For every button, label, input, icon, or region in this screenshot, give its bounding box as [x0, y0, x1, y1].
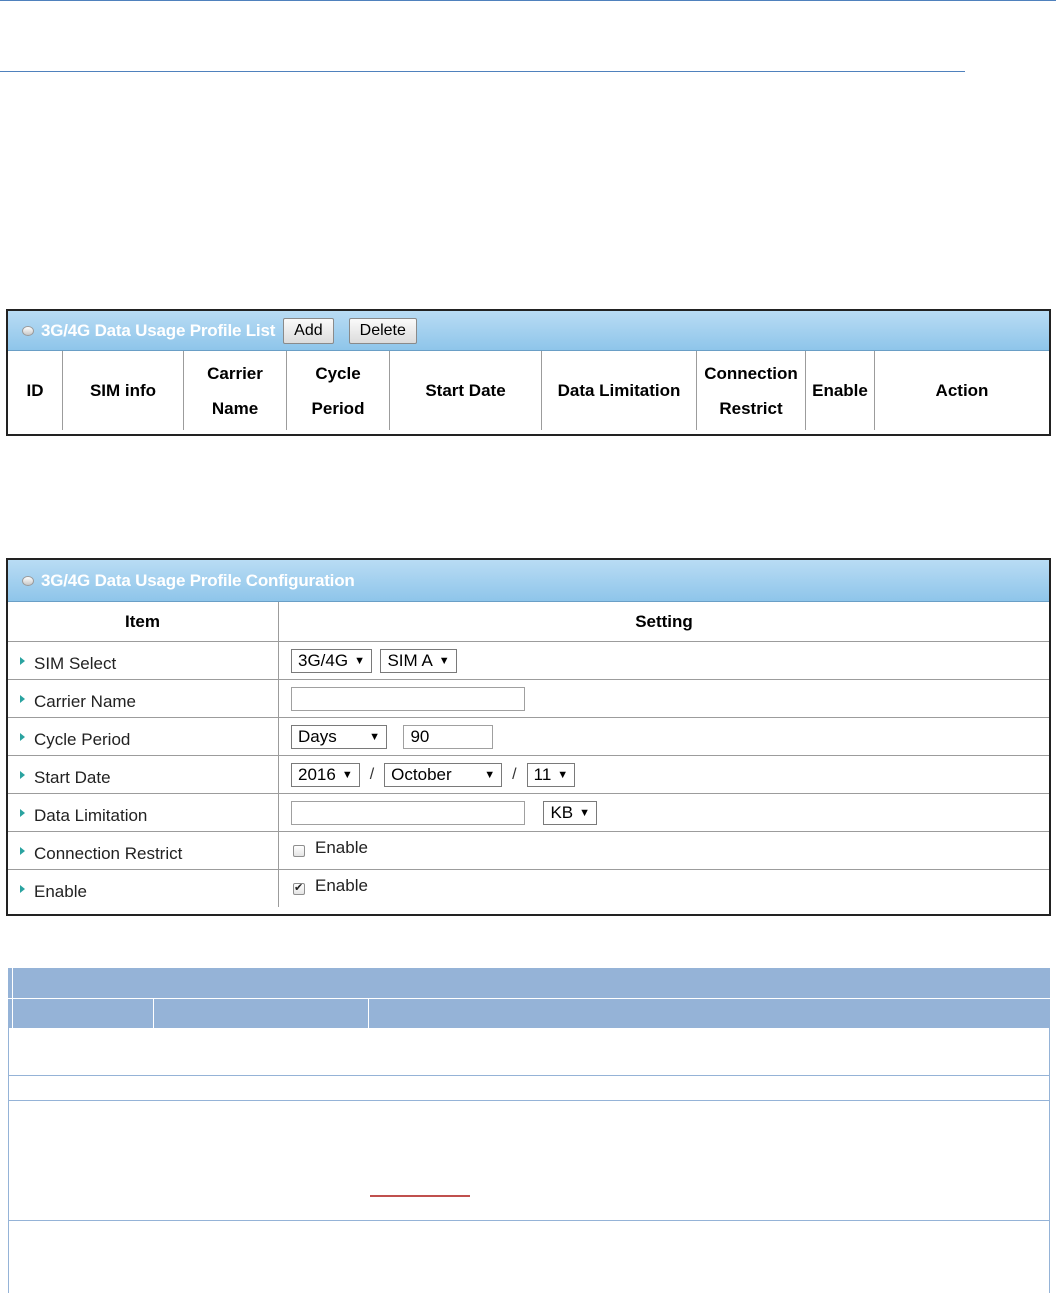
carrier-name-input[interactable]: [291, 686, 525, 711]
carrier-name-setting: [278, 679, 1049, 718]
config-header-row: Item Setting: [8, 602, 1049, 642]
config-row-sim-select: SIM Select 3G/4G ▼ SIM A ▼: [8, 641, 1049, 680]
col-carrier-name: Carrier Name: [183, 351, 287, 430]
col-enable: Enable: [805, 351, 875, 430]
data-limitation-item: Data Limitation: [8, 793, 279, 832]
config-header-setting: Setting: [278, 602, 1049, 642]
page-top-rule: [0, 0, 1056, 1]
description-row: [8, 1076, 1050, 1100]
row-bullet-icon: [20, 732, 25, 741]
config-row-connection-restrict: Connection Restrict Enable: [8, 831, 1049, 870]
profile-config-panel: 3G/4G Data Usage Profile Configuration I…: [6, 558, 1051, 916]
col-sim-info: SIM info: [62, 351, 184, 430]
profile-list-header-row: ID SIM info Carrier Name Cycle Period Star…: [8, 351, 1049, 430]
header-col-divider: [153, 998, 154, 1028]
config-header-item: Item: [8, 602, 279, 642]
panel-bullet-icon: [22, 325, 34, 336]
config-row-data-limitation: Data Limitation KB ▼: [8, 793, 1049, 832]
description-row: [8, 1221, 1050, 1293]
sim-select[interactable]: SIM A ▼: [380, 648, 457, 673]
heading-underline: [0, 71, 965, 72]
col-id: ID: [8, 351, 63, 430]
start-date-setting: 2016 ▼ / October ▼ / 11 ▼: [278, 755, 1049, 794]
profile-list-title: 3G/4G Data Usage Profile List: [41, 320, 276, 340]
dropdown-arrow-icon: ▼: [354, 654, 365, 667]
config-row-start-date: Start Date 2016 ▼ / October ▼ / 11 ▼: [8, 755, 1049, 794]
connection-restrict-label: Connection Restrict: [34, 843, 183, 863]
header-col-divider: [368, 998, 369, 1028]
connection-restrict-setting: Enable: [278, 831, 1049, 870]
profile-config-table: Item Setting SIM Select 3G/4G ▼ SIM A ▼ Ca…: [8, 602, 1049, 907]
profile-list-panel: 3G/4G Data Usage Profile List Add Delete…: [6, 309, 1051, 436]
date-separator: /: [369, 765, 375, 783]
sim-select-setting: 3G/4G ▼ SIM A ▼: [278, 641, 1049, 680]
profile-list-table: ID SIM info Carrier Name Cycle Period Star…: [8, 351, 1049, 430]
year-select[interactable]: 2016 ▼: [291, 762, 360, 787]
profile-config-title: 3G/4G Data Usage Profile Configuration: [41, 570, 355, 590]
start-date-item: Start Date: [8, 755, 279, 794]
row-bullet-icon: [20, 656, 25, 665]
dropdown-arrow-icon: ▼: [369, 730, 380, 743]
month-select[interactable]: October ▼: [384, 762, 503, 787]
delete-button[interactable]: Delete: [348, 317, 417, 344]
dropdown-arrow-icon: ▼: [438, 654, 450, 667]
config-row-cycle-period: Cycle Period Days ▼ 90: [8, 717, 1049, 756]
cycle-unit-select[interactable]: Days ▼: [291, 724, 387, 749]
connection-restrict-checkbox[interactable]: [293, 844, 305, 857]
cycle-period-input[interactable]: 90: [403, 724, 494, 749]
description-row: [8, 1028, 1050, 1075]
cycle-period-setting: Days ▼ 90: [278, 717, 1049, 756]
data-limitation-input[interactable]: [291, 800, 525, 825]
description-row: [8, 1101, 1050, 1220]
config-row-carrier-name: Carrier Name: [8, 679, 1049, 718]
enable-checkbox[interactable]: [293, 881, 305, 895]
profile-config-header: 3G/4G Data Usage Profile Configuration: [8, 560, 1049, 602]
dropdown-arrow-icon: ▼: [557, 768, 569, 781]
dropdown-arrow-icon: ▼: [484, 768, 496, 781]
enable-setting: Enable: [278, 869, 1049, 907]
day-select[interactable]: 11 ▼: [526, 762, 576, 787]
dropdown-arrow-icon: ▼: [341, 768, 353, 781]
dropdown-arrow-icon: ▼: [579, 806, 591, 819]
start-date-label: Start Date: [34, 767, 111, 787]
sim-select-item: SIM Select: [8, 641, 279, 680]
cycle-period-item: Cycle Period: [8, 717, 279, 756]
data-unit-select[interactable]: KB ▼: [543, 800, 598, 825]
carrier-name-label: Carrier Name: [34, 691, 137, 711]
data-limitation-label: Data Limitation: [34, 805, 148, 825]
add-button[interactable]: Add: [283, 317, 334, 344]
row-bullet-icon: [20, 770, 25, 779]
carrier-name-item: Carrier Name: [8, 679, 279, 718]
data-limitation-setting: KB ▼: [278, 793, 1049, 832]
interface-select[interactable]: 3G/4G ▼: [291, 648, 372, 673]
enable-label: Enable: [34, 881, 87, 901]
col-action: Action: [874, 351, 1049, 430]
row-bullet-icon: [20, 808, 25, 817]
config-row-enable: Enable Enable: [8, 869, 1049, 907]
connection-restrict-item: Connection Restrict: [8, 831, 279, 870]
row-bullet-icon: [20, 884, 25, 893]
header-col-divider: [12, 968, 13, 1028]
date-separator: /: [512, 765, 517, 783]
enable-item: Enable: [8, 869, 279, 907]
cycle-period-label: Cycle Period: [34, 729, 131, 749]
row-bullet-icon: [20, 694, 25, 703]
header-inner-rule: [8, 998, 1050, 999]
col-data-limitation: Data Limitation: [541, 351, 697, 430]
panel-bullet-icon: [22, 575, 34, 586]
profile-list-header: 3G/4G Data Usage Profile List Add Delete: [8, 311, 1049, 351]
link-underline[interactable]: [370, 1195, 470, 1197]
col-connection-restrict: Connection Restrict: [696, 351, 806, 430]
sim-select-label: SIM Select: [34, 653, 117, 673]
row-bullet-icon: [20, 846, 25, 855]
enable-checkbox-label: Enable: [315, 875, 368, 895]
col-cycle-period: Cycle Period: [286, 351, 390, 430]
col-start-date: Start Date: [389, 351, 542, 430]
connection-restrict-checkbox-label: Enable: [315, 837, 368, 857]
